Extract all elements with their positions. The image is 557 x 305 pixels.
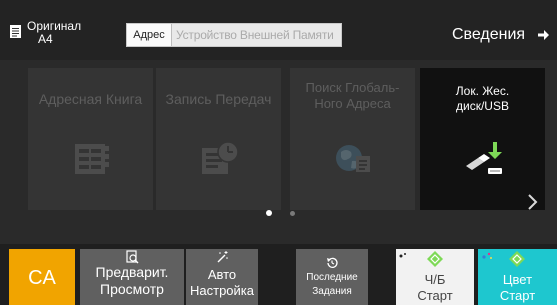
- chevron-right-icon[interactable]: [525, 192, 539, 212]
- usb-drive-icon: [466, 142, 502, 174]
- document-icon: [10, 25, 21, 38]
- bw-start-label-line2: Старт: [417, 288, 453, 303]
- details-button[interactable]: Сведения: [452, 20, 552, 50]
- color-start-label-line2: Старт: [499, 288, 536, 303]
- top-bar: Оригинал A4 Адрес Устройство Внешней Пам…: [0, 0, 557, 60]
- auto-setting-label-line1: Авто: [207, 267, 237, 282]
- recent-jobs-label-line2: Задания: [312, 286, 352, 297]
- recent-jobs-label-line1: Последние: [306, 272, 358, 283]
- start-diamond-icon: [509, 251, 525, 267]
- address-value: Устройство Внешней Памяти: [176, 28, 334, 42]
- destination-panel: Адресная Книга Запись Передач Поиск Глоб…: [0, 60, 557, 244]
- bottom-bar: CA Предварит. Просмотр Авто Настройка По…: [0, 244, 557, 305]
- auto-setting-button[interactable]: Авто Настройка: [186, 249, 258, 305]
- arrow-right-icon: [538, 30, 549, 40]
- tile-address-book[interactable]: Адресная Книга: [28, 68, 153, 210]
- address-label: Адрес: [127, 24, 172, 46]
- bw-mode-icon: [399, 253, 406, 258]
- history-icon: [327, 257, 338, 268]
- history-clock-icon: [202, 141, 239, 174]
- bw-start-button[interactable]: Ч/Б Старт: [396, 249, 474, 305]
- bw-start-label-line1: Ч/Б: [424, 272, 446, 287]
- address-field[interactable]: Адрес Устройство Внешней Памяти: [126, 23, 342, 47]
- preview-label-line2: Просмотр: [100, 281, 164, 297]
- auto-setting-label-line2: Настройка: [190, 283, 254, 298]
- color-start-label-line1: Цвет: [502, 272, 533, 287]
- page-dot-active: [266, 210, 272, 216]
- preview-icon: [126, 250, 139, 264]
- preview-label-line1: Предварит.: [95, 264, 169, 280]
- preview-button[interactable]: Предварит. Просмотр: [80, 249, 184, 305]
- tile-global-address-search-label: Поиск Глобаль- Ного Адреса: [290, 80, 415, 112]
- clear-all-button[interactable]: CA: [9, 249, 75, 305]
- tile-global-address-search-label-text: Поиск Глобаль- Ного Адреса: [305, 80, 400, 111]
- color-start-button[interactable]: Цвет Старт: [478, 249, 557, 305]
- globe-search-icon: [336, 145, 370, 172]
- magic-wand-icon: [217, 251, 228, 263]
- address-book-icon: [75, 144, 109, 174]
- tile-global-address-search[interactable]: Поиск Глобаль- Ного Адреса: [290, 68, 415, 210]
- tile-local-drive-usb[interactable]: Лок. Жес. диск/USB: [420, 68, 545, 210]
- original-label: Оригинал: [27, 19, 82, 33]
- color-mode-icon: [482, 252, 492, 259]
- page-dot: [290, 211, 295, 216]
- original-size: A4: [38, 32, 53, 46]
- recent-jobs-button[interactable]: Последние Задания: [296, 249, 368, 305]
- tile-sending-history[interactable]: Запись Передач: [156, 68, 281, 210]
- details-label: Сведения: [452, 26, 526, 43]
- tile-sending-history-label: Запись Передач: [165, 91, 272, 107]
- tile-local-drive-usb-label: Лок. Жес. диск/USB: [455, 84, 510, 113]
- clear-all-label: CA: [28, 267, 56, 289]
- tile-address-book-label: Адресная Книга: [38, 91, 143, 107]
- start-diamond-icon: [427, 251, 443, 267]
